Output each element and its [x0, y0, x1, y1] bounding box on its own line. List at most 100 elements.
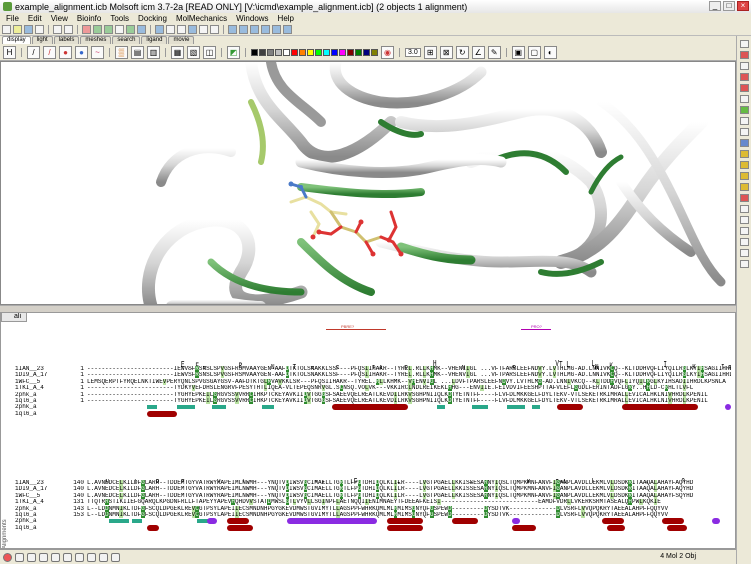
undo-icon[interactable]: [53, 25, 62, 34]
tab-labels[interactable]: labels: [53, 36, 80, 44]
distance-icon[interactable]: [739, 183, 749, 191]
angle-icon[interactable]: [739, 172, 749, 180]
browser-icon[interactable]: [39, 552, 48, 562]
box-icon[interactable]: [739, 128, 749, 136]
rotate-icon[interactable]: ↻: [455, 45, 469, 59]
help-toggle-icon[interactable]: [111, 552, 120, 562]
print-icon[interactable]: [35, 25, 44, 34]
open-folder-icon[interactable]: [13, 25, 22, 34]
grid-toggle-icon[interactable]: [15, 552, 24, 562]
select-icon[interactable]: [126, 25, 135, 34]
zoom-icon[interactable]: [739, 62, 749, 70]
grid-view-icon[interactable]: [739, 117, 749, 125]
docs-icon[interactable]: [51, 552, 60, 562]
list-icon[interactable]: [739, 238, 749, 246]
color-swatch[interactable]: [355, 48, 362, 56]
color-swatch[interactable]: [371, 48, 378, 56]
window-icon[interactable]: [177, 25, 186, 34]
menu-molmechanics[interactable]: MolMechanics: [176, 14, 227, 23]
menu-tools[interactable]: Tools: [110, 14, 129, 23]
arrow-left-icon[interactable]: [272, 25, 281, 34]
tree-icon[interactable]: [739, 95, 749, 103]
color-swatch[interactable]: [331, 48, 338, 56]
chain-icon[interactable]: [739, 260, 749, 268]
menu-bioinfo[interactable]: Bioinfo: [77, 14, 101, 23]
menu-windows[interactable]: Windows: [236, 14, 268, 23]
split-icon[interactable]: [199, 25, 208, 34]
measure-icon[interactable]: ∠: [471, 45, 485, 59]
grid-icon[interactable]: [166, 25, 175, 34]
layer-icon[interactable]: [739, 139, 749, 147]
color-swatch[interactable]: [251, 48, 258, 56]
paste-icon[interactable]: [104, 25, 113, 34]
menu-help[interactable]: Help: [278, 14, 294, 23]
close-button[interactable]: ×: [737, 1, 749, 11]
hbond-icon[interactable]: [739, 194, 749, 202]
stick-icon[interactable]: /: [43, 45, 56, 59]
cut-icon[interactable]: [82, 25, 91, 34]
list-toggle-icon[interactable]: [87, 552, 96, 562]
fit-icon[interactable]: ⊞: [423, 45, 437, 59]
tab-ligand[interactable]: ligand: [141, 36, 168, 44]
menu-docking[interactable]: Docking: [138, 14, 167, 23]
pdb-search-icon[interactable]: [155, 25, 164, 34]
surface-icon[interactable]: ▒: [115, 45, 128, 59]
color-swatch[interactable]: [307, 48, 314, 56]
tab-light[interactable]: light: [31, 36, 53, 44]
color-swatch[interactable]: [283, 48, 290, 56]
color-swatch[interactable]: [267, 48, 274, 56]
find-icon[interactable]: [115, 25, 124, 34]
color-swatch[interactable]: [259, 48, 266, 56]
menu-file[interactable]: File: [6, 14, 19, 23]
color-swatch[interactable]: [275, 48, 282, 56]
center-icon[interactable]: ⊠: [439, 45, 453, 59]
gui-icon[interactable]: [75, 552, 84, 562]
arrow-down2-icon[interactable]: [261, 25, 270, 34]
arrow-down-icon[interactable]: [250, 25, 259, 34]
alignment-tab[interactable]: ali: [1, 313, 28, 322]
label-icon[interactable]: [739, 84, 749, 92]
table-toggle-icon[interactable]: [27, 552, 36, 562]
menu-view[interactable]: View: [51, 14, 68, 23]
arrow-right-icon[interactable]: [283, 25, 292, 34]
arrow-up2-icon[interactable]: [239, 25, 248, 34]
color-swatch[interactable]: [291, 48, 298, 56]
palette-icon[interactable]: ◉: [381, 45, 394, 59]
torsion-icon[interactable]: [739, 150, 749, 158]
new-file-icon[interactable]: [2, 25, 11, 34]
color-swatch[interactable]: [299, 48, 306, 56]
color-icon[interactable]: ◩: [227, 45, 240, 59]
green-square-icon[interactable]: [739, 106, 749, 114]
clip-icon[interactable]: ▧: [187, 45, 200, 59]
bond-icon[interactable]: [739, 161, 749, 169]
gear-icon[interactable]: [739, 216, 749, 224]
pane-splitter[interactable]: [0, 305, 736, 312]
tab-meshes[interactable]: meshes: [80, 36, 112, 44]
table-view-icon[interactable]: [739, 249, 749, 257]
add-icon[interactable]: [739, 51, 749, 59]
camera-toggle-icon[interactable]: [63, 552, 72, 562]
save-icon[interactable]: [24, 25, 33, 34]
wire-icon[interactable]: /: [27, 45, 40, 59]
tab-display[interactable]: display: [2, 36, 31, 44]
sequence-icon[interactable]: [739, 205, 749, 213]
stop-icon[interactable]: [3, 552, 12, 562]
arrow-up-icon[interactable]: [228, 25, 237, 34]
camera-icon[interactable]: ▣: [511, 45, 525, 59]
minimize-button[interactable]: _: [709, 1, 721, 11]
color-swatch[interactable]: [339, 48, 346, 56]
maximize-button[interactable]: □: [723, 1, 735, 11]
redo-icon[interactable]: [64, 25, 73, 34]
ball-icon[interactable]: ●: [59, 45, 72, 59]
color-swatch[interactable]: [315, 48, 322, 56]
filter-icon[interactable]: [739, 227, 749, 235]
cpk-icon[interactable]: ●: [75, 45, 88, 59]
stereo-icon[interactable]: ◐: [543, 45, 557, 59]
menu-edit[interactable]: Edit: [28, 14, 42, 23]
color-swatch[interactable]: [363, 48, 370, 56]
grob-icon[interactable]: ▥: [147, 45, 160, 59]
search-tool-icon[interactable]: [739, 73, 749, 81]
color-swatch[interactable]: [323, 48, 330, 56]
mesh-icon[interactable]: ▦: [171, 45, 184, 59]
contour-icon[interactable]: ◫: [203, 45, 216, 59]
